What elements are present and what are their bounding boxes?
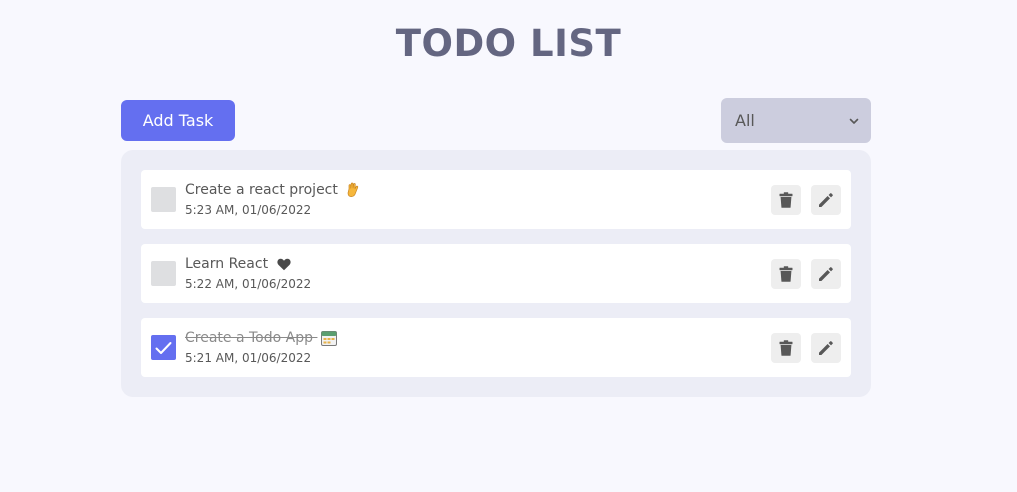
todo-item: Learn React 5:22 AM, 01/06/2022 bbox=[141, 244, 851, 303]
waving-hand-icon bbox=[347, 182, 359, 197]
trash-icon bbox=[779, 266, 793, 282]
pencil-icon bbox=[819, 341, 833, 355]
delete-button[interactable] bbox=[771, 333, 801, 363]
edit-button[interactable] bbox=[811, 185, 841, 215]
todo-checkbox[interactable] bbox=[151, 261, 176, 286]
todo-app: TODO LIST Add Task All Create a react pr… bbox=[0, 0, 1017, 492]
add-task-button[interactable]: Add Task bbox=[121, 100, 235, 141]
todo-item: Create a Todo App 5:21 AM, 01/06/2022 bbox=[141, 318, 851, 377]
delete-button[interactable] bbox=[771, 259, 801, 289]
pencil-icon bbox=[819, 193, 833, 207]
pencil-icon bbox=[819, 267, 833, 281]
delete-button[interactable] bbox=[771, 185, 801, 215]
status-filter-select[interactable]: All bbox=[721, 98, 871, 143]
filter-selected-value: All bbox=[735, 111, 755, 130]
todo-checkbox[interactable] bbox=[151, 335, 176, 360]
trash-icon bbox=[779, 192, 793, 208]
todo-item: Create a react project 5:23 AM, 01/06/20… bbox=[141, 170, 851, 229]
todo-time: 5:21 AM, 01/06/2022 bbox=[185, 351, 312, 365]
todo-title: Learn React bbox=[185, 256, 269, 272]
todo-title-row: Create a react project bbox=[185, 182, 361, 198]
todo-list: Create a react project 5:23 AM, 01/06/20… bbox=[121, 150, 871, 397]
page-title: TODO LIST bbox=[395, 22, 622, 65]
todo-title-row: Create a Todo App bbox=[185, 330, 338, 346]
todo-title-row: Learn React bbox=[185, 256, 291, 272]
todo-time: 5:23 AM, 01/06/2022 bbox=[185, 203, 312, 217]
todo-time: 5:22 AM, 01/06/2022 bbox=[185, 277, 312, 291]
todo-title: Create a Todo App bbox=[185, 330, 313, 346]
edit-button[interactable] bbox=[811, 259, 841, 289]
check-icon bbox=[155, 341, 172, 354]
calendar-icon bbox=[321, 330, 338, 346]
todo-title: Create a react project bbox=[185, 182, 338, 198]
chevron-down-icon bbox=[849, 118, 859, 124]
trash-icon bbox=[779, 340, 793, 356]
edit-button[interactable] bbox=[811, 333, 841, 363]
heart-icon bbox=[276, 258, 291, 270]
todo-checkbox[interactable] bbox=[151, 187, 176, 212]
